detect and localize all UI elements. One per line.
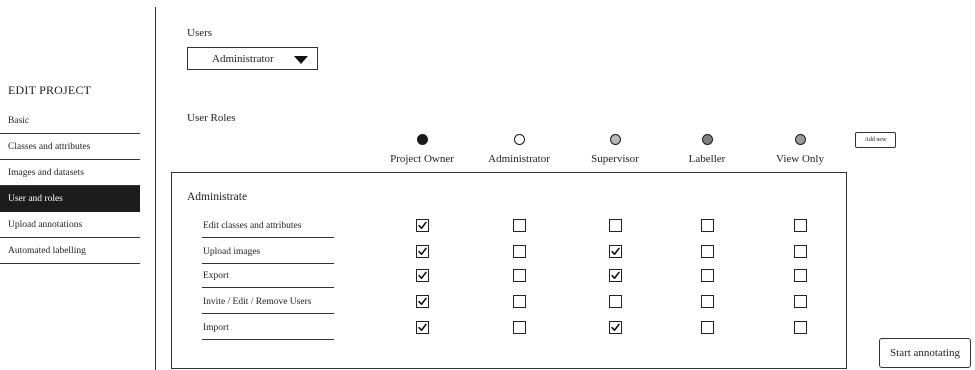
role-name: View Only (776, 153, 824, 165)
sidebar-item-automated-labelling[interactable]: Automated labelling (0, 238, 140, 264)
permission-checkbox[interactable] (415, 295, 429, 308)
permission-divider (202, 237, 334, 238)
role-column-labeller: Labeller (657, 134, 757, 170)
checkmark-icon (417, 247, 427, 256)
sidebar-item-classes-and-attributes[interactable]: Classes and attributes (0, 134, 140, 160)
sidebar-divider (155, 7, 156, 370)
permission-checkbox[interactable] (608, 295, 622, 308)
permission-checkbox[interactable] (793, 321, 807, 334)
permission-checkbox[interactable] (700, 295, 714, 308)
permission-checkbox[interactable] (415, 321, 429, 334)
permission-checkbox[interactable] (608, 321, 622, 334)
permission-row: Edit classes and attributes (171, 217, 847, 241)
role-column-administrator: Administrator (469, 134, 569, 170)
checkmark-icon (610, 323, 620, 332)
sidebar-item-basic[interactable]: Basic (0, 108, 140, 134)
role-column-project-owner: Project Owner (372, 134, 472, 170)
user-roles-label: User Roles (187, 112, 236, 124)
user-role-dropdown-value: Administrator (212, 53, 274, 65)
permission-checkbox[interactable] (700, 269, 714, 282)
checkmark-icon (610, 247, 620, 256)
permission-label: Edit classes and attributes (203, 221, 302, 231)
permission-checkbox[interactable] (608, 219, 622, 232)
checkmark-icon (417, 271, 427, 280)
permission-label: Import (203, 323, 229, 333)
permission-checkbox[interactable] (512, 295, 526, 308)
role-color-dot-icon (416, 134, 428, 145)
permission-checkbox[interactable] (512, 219, 526, 232)
permission-checkbox[interactable] (415, 245, 429, 258)
role-color-dot-icon (794, 134, 806, 145)
permission-checkbox[interactable] (700, 321, 714, 334)
start-annotating-button[interactable]: Start annotating (879, 338, 971, 368)
checkmark-icon (417, 323, 427, 332)
permission-checkbox[interactable] (793, 219, 807, 232)
permission-row: Invite / Edit / Remove Users (171, 293, 847, 317)
permission-checkbox[interactable] (415, 269, 429, 282)
permission-checkbox[interactable] (793, 295, 807, 308)
role-name: Administrator (488, 153, 550, 165)
permission-divider (202, 287, 334, 288)
permission-label: Invite / Edit / Remove Users (203, 297, 312, 307)
role-column-view-only: View Only (750, 134, 850, 170)
permission-row: Upload images (171, 243, 847, 267)
permission-checkbox[interactable] (608, 245, 622, 258)
sidebar-nav: Basic Classes and attributes Images and … (0, 108, 140, 264)
checkmark-icon (417, 297, 427, 306)
role-color-dot-icon (701, 134, 713, 145)
permission-checkbox[interactable] (512, 245, 526, 258)
role-name: Supervisor (591, 153, 639, 165)
sidebar-title: EDIT PROJECT (8, 83, 92, 97)
role-column-supervisor: Supervisor (565, 134, 665, 170)
permission-checkbox[interactable] (793, 269, 807, 282)
checkmark-icon (417, 221, 427, 230)
caret-down-icon (294, 56, 308, 64)
role-name: Labeller (688, 153, 726, 165)
permission-checkbox[interactable] (512, 269, 526, 282)
sidebar-item-user-and-roles[interactable]: User and roles (0, 186, 140, 212)
permission-divider (202, 313, 334, 314)
permission-checkbox[interactable] (608, 269, 622, 282)
permission-checkbox[interactable] (700, 219, 714, 232)
permission-label: Upload images (203, 247, 261, 257)
user-role-dropdown[interactable]: Administrator (187, 47, 318, 70)
add-new-role-button[interactable]: Add new (855, 132, 896, 148)
permission-divider (202, 263, 334, 264)
users-label: Users (187, 27, 213, 39)
permission-checkbox[interactable] (700, 245, 714, 258)
permission-row: Export (171, 267, 847, 291)
sidebar-item-upload-annotations[interactable]: Upload annotations (0, 212, 140, 238)
role-name: Project Owner (390, 153, 454, 165)
permission-row: Import (171, 319, 847, 343)
sidebar-item-images-and-datasets[interactable]: Images and datasets (0, 160, 140, 186)
permission-divider (202, 339, 334, 340)
permission-checkbox[interactable] (415, 219, 429, 232)
permission-label: Export (203, 271, 229, 281)
permissions-section-title: Administrate (187, 191, 248, 203)
permission-checkbox[interactable] (793, 245, 807, 258)
role-color-dot-icon (609, 134, 621, 145)
checkmark-icon (610, 271, 620, 280)
permission-checkbox[interactable] (512, 321, 526, 334)
role-color-dot-icon (513, 134, 525, 145)
